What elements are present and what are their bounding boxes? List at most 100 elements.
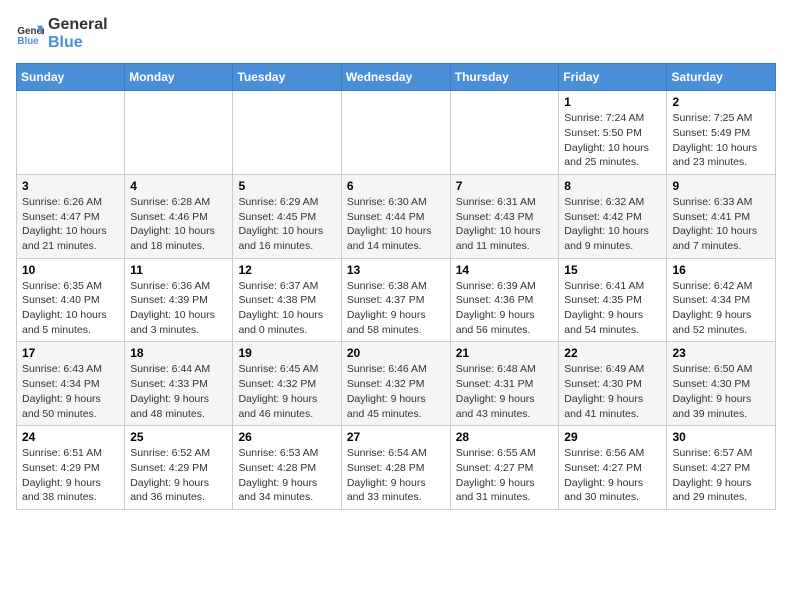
week-row-2: 10 Sunrise: 6:35 AM Sunset: 4:40 PM Dayli… xyxy=(17,258,776,342)
day-info: Sunrise: 6:42 AM Sunset: 4:34 PM Dayligh… xyxy=(672,279,770,338)
day-number: 26 xyxy=(238,430,335,444)
day-number: 17 xyxy=(22,346,119,360)
day-info: Sunrise: 6:37 AM Sunset: 4:38 PM Dayligh… xyxy=(238,279,335,338)
day-info: Sunrise: 6:45 AM Sunset: 4:32 PM Dayligh… xyxy=(238,362,335,421)
day-number: 2 xyxy=(672,95,770,109)
day-number: 11 xyxy=(130,263,227,277)
day-info: Sunrise: 6:54 AM Sunset: 4:28 PM Dayligh… xyxy=(347,446,445,505)
calendar-cell: 30 Sunrise: 6:57 AM Sunset: 4:27 PM Dayli… xyxy=(667,426,776,510)
calendar-cell: 17 Sunrise: 6:43 AM Sunset: 4:34 PM Dayli… xyxy=(17,342,125,426)
day-info: Sunrise: 6:41 AM Sunset: 4:35 PM Dayligh… xyxy=(564,279,661,338)
day-info: Sunrise: 6:57 AM Sunset: 4:27 PM Dayligh… xyxy=(672,446,770,505)
header-thursday: Thursday xyxy=(450,64,559,91)
calendar-cell: 8 Sunrise: 6:32 AM Sunset: 4:42 PM Daylig… xyxy=(559,174,667,258)
calendar-cell: 6 Sunrise: 6:30 AM Sunset: 4:44 PM Daylig… xyxy=(341,174,450,258)
logo-blue: Blue xyxy=(48,34,108,52)
day-info: Sunrise: 6:48 AM Sunset: 4:31 PM Dayligh… xyxy=(456,362,554,421)
calendar-cell xyxy=(125,91,233,175)
header-tuesday: Tuesday xyxy=(233,64,341,91)
day-info: Sunrise: 6:53 AM Sunset: 4:28 PM Dayligh… xyxy=(238,446,335,505)
day-info: Sunrise: 6:50 AM Sunset: 4:30 PM Dayligh… xyxy=(672,362,770,421)
calendar-cell: 3Sunrise: 6:26 AM Sunset: 4:47 PM Daylig… xyxy=(17,174,125,258)
week-row-4: 24 Sunrise: 6:51 AM Sunset: 4:29 PM Dayli… xyxy=(17,426,776,510)
calendar-cell: 12 Sunrise: 6:37 AM Sunset: 4:38 PM Dayli… xyxy=(233,258,341,342)
day-number: 7 xyxy=(456,179,554,193)
calendar-cell: 13 Sunrise: 6:38 AM Sunset: 4:37 PM Dayli… xyxy=(341,258,450,342)
day-info: Sunrise: 6:56 AM Sunset: 4:27 PM Dayligh… xyxy=(564,446,661,505)
day-number: 22 xyxy=(564,346,661,360)
header-monday: Monday xyxy=(125,64,233,91)
day-number: 21 xyxy=(456,346,554,360)
day-number: 28 xyxy=(456,430,554,444)
calendar-cell: 28Sunrise: 6:55 AM Sunset: 4:27 PM Dayli… xyxy=(450,426,559,510)
day-number: 14 xyxy=(456,263,554,277)
header-saturday: Saturday xyxy=(667,64,776,91)
header-friday: Friday xyxy=(559,64,667,91)
calendar-cell xyxy=(450,91,559,175)
calendar-cell: 23 Sunrise: 6:50 AM Sunset: 4:30 PM Dayli… xyxy=(667,342,776,426)
day-number: 16 xyxy=(672,263,770,277)
calendar-cell: 9Sunrise: 6:33 AM Sunset: 4:41 PM Daylig… xyxy=(667,174,776,258)
day-info: Sunrise: 6:44 AM Sunset: 4:33 PM Dayligh… xyxy=(130,362,227,421)
day-number: 6 xyxy=(347,179,445,193)
calendar-cell: 26 Sunrise: 6:53 AM Sunset: 4:28 PM Dayli… xyxy=(233,426,341,510)
day-info: Sunrise: 7:24 AM Sunset: 5:50 PM Dayligh… xyxy=(564,111,661,170)
calendar-cell: 15Sunrise: 6:41 AM Sunset: 4:35 PM Dayli… xyxy=(559,258,667,342)
week-row-3: 17 Sunrise: 6:43 AM Sunset: 4:34 PM Dayli… xyxy=(17,342,776,426)
day-info: Sunrise: 6:29 AM Sunset: 4:45 PM Dayligh… xyxy=(238,195,335,254)
day-number: 24 xyxy=(22,430,119,444)
day-info: Sunrise: 7:25 AM Sunset: 5:49 PM Dayligh… xyxy=(672,111,770,170)
day-number: 8 xyxy=(564,179,661,193)
day-info: Sunrise: 6:51 AM Sunset: 4:29 PM Dayligh… xyxy=(22,446,119,505)
calendar-cell: 27 Sunrise: 6:54 AM Sunset: 4:28 PM Dayli… xyxy=(341,426,450,510)
calendar-cell: 18 Sunrise: 6:44 AM Sunset: 4:33 PM Dayli… xyxy=(125,342,233,426)
calendar-cell: 22 Sunrise: 6:49 AM Sunset: 4:30 PM Dayli… xyxy=(559,342,667,426)
calendar-cell: 25 Sunrise: 6:52 AM Sunset: 4:29 PM Dayli… xyxy=(125,426,233,510)
day-info: Sunrise: 6:39 AM Sunset: 4:36 PM Dayligh… xyxy=(456,279,554,338)
day-info: Sunrise: 6:49 AM Sunset: 4:30 PM Dayligh… xyxy=(564,362,661,421)
day-number: 13 xyxy=(347,263,445,277)
day-info: Sunrise: 6:31 AM Sunset: 4:43 PM Dayligh… xyxy=(456,195,554,254)
week-row-1: 3Sunrise: 6:26 AM Sunset: 4:47 PM Daylig… xyxy=(17,174,776,258)
day-info: Sunrise: 6:26 AM Sunset: 4:47 PM Dayligh… xyxy=(22,195,119,254)
calendar-cell: 11 Sunrise: 6:36 AM Sunset: 4:39 PM Dayli… xyxy=(125,258,233,342)
day-number: 18 xyxy=(130,346,227,360)
day-info: Sunrise: 6:35 AM Sunset: 4:40 PM Dayligh… xyxy=(22,279,119,338)
calendar-cell: 20 Sunrise: 6:46 AM Sunset: 4:32 PM Dayli… xyxy=(341,342,450,426)
day-info: Sunrise: 6:36 AM Sunset: 4:39 PM Dayligh… xyxy=(130,279,227,338)
calendar-cell xyxy=(341,91,450,175)
day-number: 20 xyxy=(347,346,445,360)
day-info: Sunrise: 6:46 AM Sunset: 4:32 PM Dayligh… xyxy=(347,362,445,421)
calendar-cell: 7 Sunrise: 6:31 AM Sunset: 4:43 PM Daylig… xyxy=(450,174,559,258)
logo-general: General xyxy=(48,16,108,34)
calendar-cell: 29 Sunrise: 6:56 AM Sunset: 4:27 PM Dayli… xyxy=(559,426,667,510)
calendar-cell: 19 Sunrise: 6:45 AM Sunset: 4:32 PM Dayli… xyxy=(233,342,341,426)
day-number: 25 xyxy=(130,430,227,444)
day-number: 29 xyxy=(564,430,661,444)
day-info: Sunrise: 6:32 AM Sunset: 4:42 PM Dayligh… xyxy=(564,195,661,254)
calendar-header-row: SundayMondayTuesdayWednesdayThursdayFrid… xyxy=(17,64,776,91)
page-header: General Blue General Blue xyxy=(16,16,776,51)
day-number: 23 xyxy=(672,346,770,360)
calendar-cell: 24 Sunrise: 6:51 AM Sunset: 4:29 PM Dayli… xyxy=(17,426,125,510)
day-info: Sunrise: 6:30 AM Sunset: 4:44 PM Dayligh… xyxy=(347,195,445,254)
day-number: 4 xyxy=(130,179,227,193)
day-info: Sunrise: 6:43 AM Sunset: 4:34 PM Dayligh… xyxy=(22,362,119,421)
day-number: 10 xyxy=(22,263,119,277)
day-info: Sunrise: 6:38 AM Sunset: 4:37 PM Dayligh… xyxy=(347,279,445,338)
day-number: 12 xyxy=(238,263,335,277)
day-number: 5 xyxy=(238,179,335,193)
day-number: 30 xyxy=(672,430,770,444)
calendar-cell: 1 Sunrise: 7:24 AM Sunset: 5:50 PM Daylig… xyxy=(559,91,667,175)
logo-icon: General Blue xyxy=(16,20,44,48)
svg-text:Blue: Blue xyxy=(17,35,39,46)
calendar-cell: 4Sunrise: 6:28 AM Sunset: 4:46 PM Daylig… xyxy=(125,174,233,258)
logo: General Blue General Blue xyxy=(16,16,108,51)
day-number: 1 xyxy=(564,95,661,109)
week-row-0: 1 Sunrise: 7:24 AM Sunset: 5:50 PM Daylig… xyxy=(17,91,776,175)
day-info: Sunrise: 6:52 AM Sunset: 4:29 PM Dayligh… xyxy=(130,446,227,505)
calendar-cell: 14 Sunrise: 6:39 AM Sunset: 4:36 PM Dayli… xyxy=(450,258,559,342)
day-number: 27 xyxy=(347,430,445,444)
day-number: 19 xyxy=(238,346,335,360)
calendar-cell: 2 Sunrise: 7:25 AM Sunset: 5:49 PM Daylig… xyxy=(667,91,776,175)
